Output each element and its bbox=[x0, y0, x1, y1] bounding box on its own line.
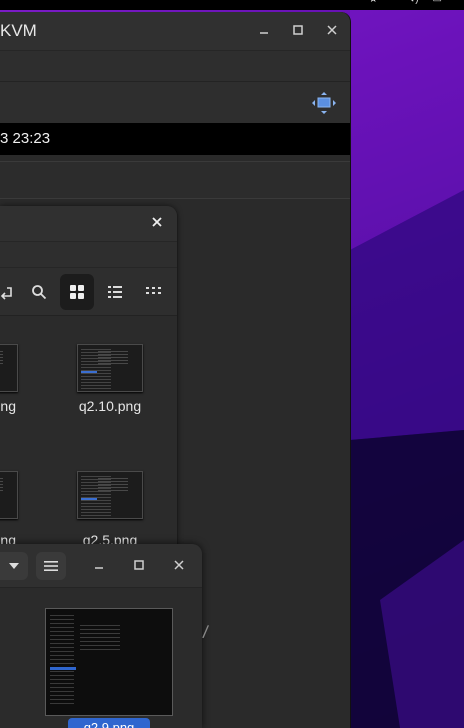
grid-view-icon[interactable] bbox=[60, 274, 94, 310]
top-panel: ★ • ◖) ▭ bbox=[0, 0, 464, 10]
search-icon[interactable] bbox=[22, 274, 56, 310]
system-tray: ★ • ◖) ▭ bbox=[369, 0, 456, 5]
kvm-titlebar[interactable]: KVM bbox=[0, 12, 350, 50]
list-view-icon[interactable] bbox=[98, 274, 132, 310]
files-toolbar bbox=[0, 268, 177, 316]
close-icon[interactable] bbox=[147, 214, 167, 234]
volume-icon[interactable]: ◖) bbox=[409, 0, 418, 5]
back-icon[interactable] bbox=[0, 274, 22, 310]
file-thumbnail[interactable] bbox=[77, 471, 143, 519]
kvm-toolbar bbox=[0, 82, 350, 124]
console-status-line: 3 23:23 bbox=[0, 123, 350, 155]
close-icon[interactable] bbox=[168, 555, 190, 577]
battery-icon[interactable]: ▭ bbox=[433, 0, 442, 5]
chevron-down-icon bbox=[9, 563, 19, 569]
selected-file-label[interactable]: q2.9.png bbox=[68, 718, 150, 728]
file-name[interactable]: q2.10.png bbox=[70, 398, 150, 414]
file-name[interactable]: ng bbox=[0, 398, 16, 414]
minimize-icon[interactable] bbox=[254, 21, 274, 41]
viewer-titlebar[interactable] bbox=[0, 544, 202, 588]
star-icon[interactable]: ★ bbox=[369, 0, 378, 5]
kvm-menubar bbox=[0, 50, 350, 82]
dropdown-button[interactable] bbox=[0, 552, 28, 580]
file-thumbnail[interactable] bbox=[0, 344, 18, 392]
image-viewer-window: q2.9.png bbox=[0, 544, 202, 728]
dot-icon[interactable]: • bbox=[392, 0, 396, 5]
close-icon[interactable] bbox=[322, 21, 342, 41]
kvm-window-title: KVM bbox=[0, 21, 37, 40]
files-titlebar[interactable] bbox=[0, 206, 177, 242]
file-thumbnail[interactable] bbox=[77, 344, 143, 392]
files-pathbar bbox=[0, 242, 177, 268]
maximize-icon[interactable] bbox=[288, 21, 308, 41]
image-thumbnail[interactable] bbox=[45, 608, 173, 716]
maximize-icon[interactable] bbox=[128, 555, 150, 577]
file-thumbnail[interactable] bbox=[0, 471, 18, 519]
menu-button[interactable] bbox=[36, 552, 66, 580]
minimize-icon[interactable] bbox=[88, 555, 110, 577]
compact-view-icon[interactable] bbox=[136, 274, 170, 310]
fit-screen-icon[interactable] bbox=[312, 92, 336, 114]
console-panel bbox=[0, 161, 350, 199]
hamburger-icon bbox=[44, 561, 58, 571]
